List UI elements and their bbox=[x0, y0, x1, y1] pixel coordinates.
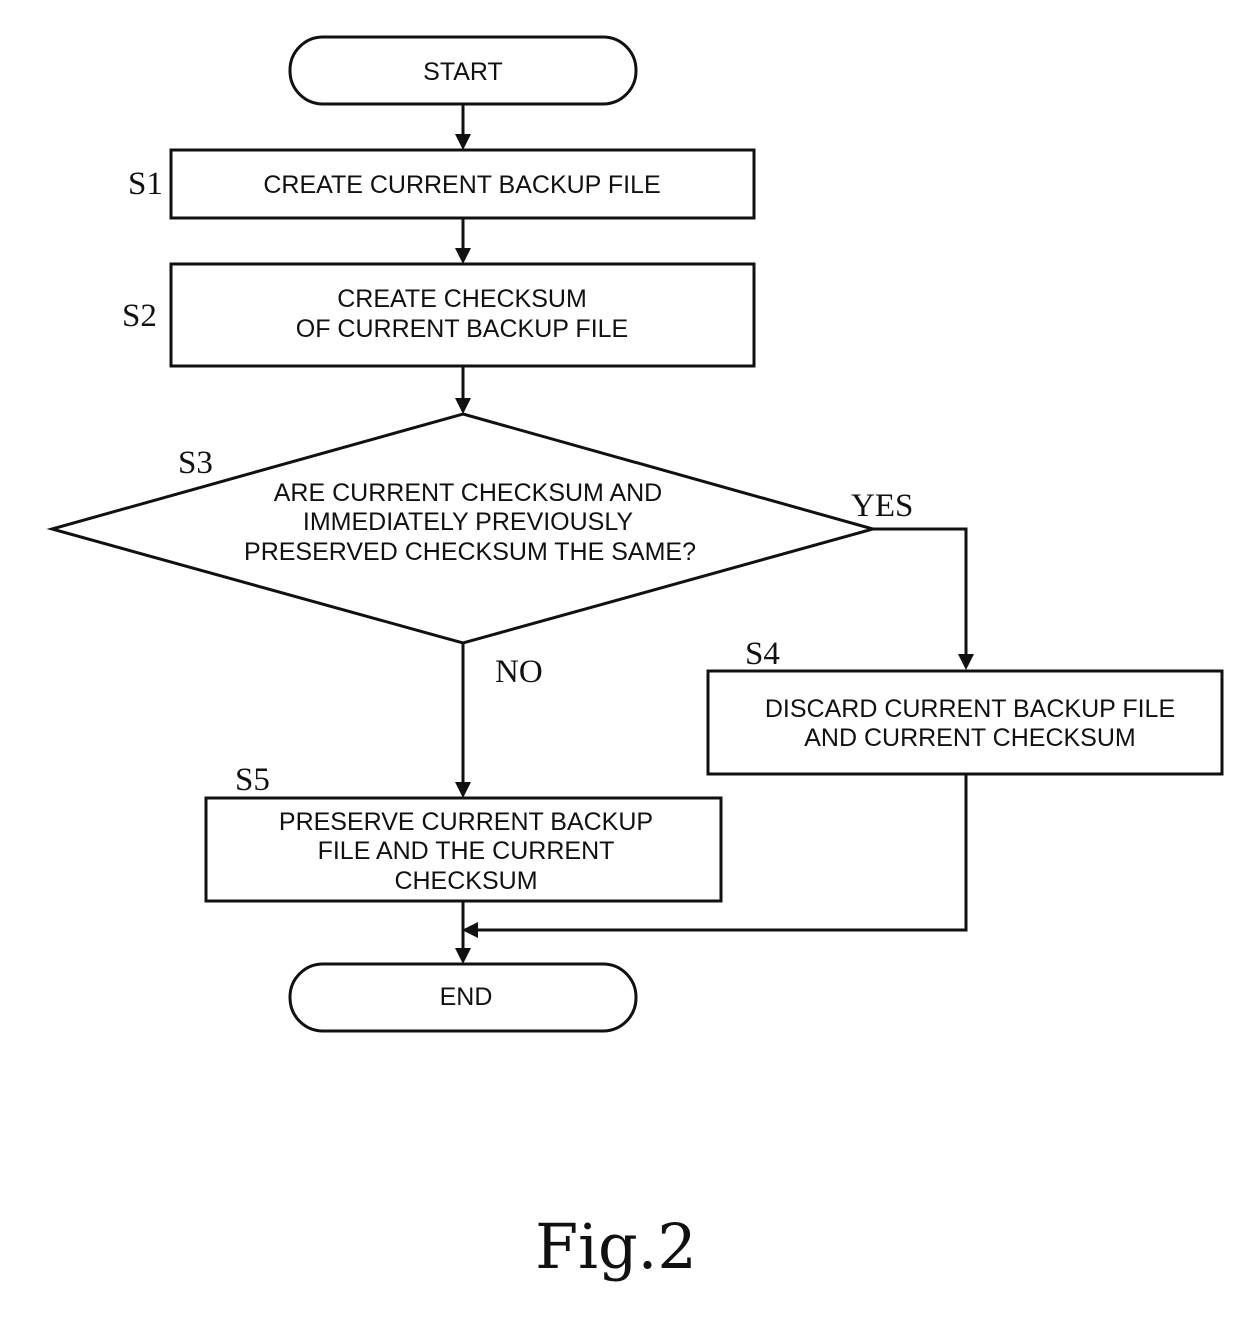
arrowhead-down-icon bbox=[958, 654, 974, 670]
s3-text-line3: PRESERVED CHECKSUM THE SAME? bbox=[244, 538, 696, 566]
s2-text-line2: OF CURRENT BACKUP FILE bbox=[296, 315, 628, 343]
end-node: END bbox=[288, 962, 638, 1033]
start-label: START bbox=[423, 58, 503, 86]
s3-text-line1: ARE CURRENT CHECKSUM AND bbox=[274, 479, 662, 507]
s2-text-line1: CREATE CHECKSUM bbox=[337, 285, 587, 313]
flowchart: START S1 CREATE CURRENT BACKUP FILE S2 C… bbox=[46, 35, 1224, 1283]
start-node: START bbox=[288, 35, 638, 106]
edge-s2-s3 bbox=[455, 366, 471, 414]
edge-s3-s4-yes: YES bbox=[851, 488, 974, 670]
s4-text-line2: AND CURRENT CHECKSUM bbox=[804, 724, 1136, 752]
arrowhead-down-icon bbox=[455, 134, 471, 150]
connector-line bbox=[873, 527, 968, 658]
arrowhead-down-icon bbox=[455, 398, 471, 414]
end-label: END bbox=[440, 983, 493, 1011]
arrowhead-down-icon bbox=[455, 248, 471, 264]
step-s1: S1 CREATE CURRENT BACKUP FILE bbox=[128, 148, 756, 220]
step-label-s4: S4 bbox=[745, 636, 780, 672]
step-label-s1: S1 bbox=[128, 166, 163, 202]
arrowhead-down-icon bbox=[455, 782, 471, 798]
edge-s3-s5-no: NO bbox=[455, 643, 543, 798]
s3-text-line2: IMMEDIATELY PREVIOUSLY bbox=[303, 508, 634, 536]
step-label-s5: S5 bbox=[235, 762, 270, 798]
step-s2: S2 CREATE CHECKSUM OF CURRENT BACKUP FIL… bbox=[122, 262, 756, 368]
edge-s1-s2 bbox=[455, 218, 471, 264]
s5-text-line1: PRESERVE CURRENT BACKUP bbox=[279, 808, 653, 836]
yes-label: YES bbox=[851, 488, 913, 524]
s4-text-line1: DISCARD CURRENT BACKUP FILE bbox=[765, 695, 1175, 723]
s5-text-line3: CHECKSUM bbox=[394, 867, 537, 895]
step-s3: S3 ARE CURRENT CHECKSUM AND IMMEDIATELY … bbox=[46, 412, 879, 645]
arrowhead-down-icon bbox=[455, 948, 471, 964]
s1-text: CREATE CURRENT BACKUP FILE bbox=[263, 171, 660, 199]
no-label: NO bbox=[495, 654, 543, 690]
edge-start-s1 bbox=[455, 104, 471, 150]
step-label-s3: S3 bbox=[178, 445, 213, 481]
figure-label: Fig.2 bbox=[535, 1210, 697, 1283]
step-label-s2: S2 bbox=[122, 298, 157, 334]
s5-text-line2: FILE AND THE CURRENT bbox=[318, 837, 615, 865]
